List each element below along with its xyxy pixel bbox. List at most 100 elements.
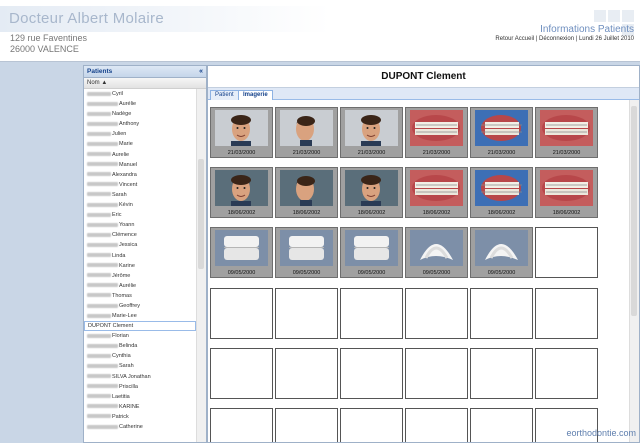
patient-photo bbox=[280, 110, 333, 146]
redacted-surname bbox=[87, 343, 118, 348]
patient-row[interactable]: Jérôme bbox=[84, 271, 196, 281]
tab-bar: Patient Imagerie bbox=[208, 88, 639, 101]
image-thumbnail[interactable]: 21/03/2000 bbox=[535, 107, 598, 158]
patient-row[interactable]: Belinda bbox=[84, 341, 196, 351]
image-thumbnail[interactable]: 21/03/2000 bbox=[470, 107, 533, 158]
image-thumbnail[interactable]: 18/06/2002 bbox=[405, 167, 468, 218]
header-links: Retour Accueil | Déconnexion | Lundi 26 … bbox=[495, 36, 634, 42]
patient-row[interactable]: Geoffrey bbox=[84, 301, 196, 311]
image-date: 09/05/2000 bbox=[357, 270, 386, 276]
image-thumbnail[interactable]: 21/03/2000 bbox=[210, 107, 273, 158]
patient-row[interactable]: Patrick bbox=[84, 412, 196, 422]
patient-first-name: Florian bbox=[112, 333, 129, 340]
tab-patient[interactable]: Patient bbox=[210, 90, 239, 100]
redacted-surname bbox=[87, 202, 118, 207]
patient-row[interactable]: DUPONT Clement bbox=[84, 321, 196, 332]
imaging-grid-scrollbar[interactable] bbox=[629, 100, 639, 442]
image-date: 18/06/2002 bbox=[422, 210, 451, 216]
image-date: 09/05/2000 bbox=[227, 270, 256, 276]
empty-image-slot bbox=[210, 288, 273, 339]
empty-image-slot bbox=[535, 288, 598, 339]
scrollbar-thumb[interactable] bbox=[631, 106, 637, 316]
redacted-surname bbox=[87, 91, 111, 96]
patient-row[interactable]: Laetitia bbox=[84, 392, 196, 402]
patient-row[interactable]: Karine bbox=[84, 261, 196, 271]
image-date: 21/03/2000 bbox=[487, 150, 516, 156]
patient-row[interactable]: Kévin bbox=[84, 200, 196, 210]
patient-row[interactable]: Marie-Lee bbox=[84, 311, 196, 321]
home-link[interactable]: Retour Accueil bbox=[495, 36, 534, 42]
redacted-surname bbox=[87, 333, 111, 338]
patient-list-scrollbar[interactable] bbox=[196, 89, 206, 442]
empty-image-slot bbox=[405, 288, 468, 339]
patient-row[interactable]: Jessica bbox=[84, 240, 196, 250]
column-header-name[interactable]: Nom ▲ bbox=[84, 78, 206, 89]
image-thumbnail[interactable]: 18/06/2002 bbox=[340, 167, 403, 218]
image-thumbnail[interactable]: 18/06/2002 bbox=[275, 167, 338, 218]
patient-row[interactable]: Cyril bbox=[84, 89, 196, 99]
redacted-surname bbox=[87, 162, 118, 167]
image-thumbnail[interactable]: 09/05/2000 bbox=[470, 227, 533, 278]
patient-first-name: Jessica bbox=[119, 242, 138, 249]
patient-row[interactable]: Priscilla bbox=[84, 382, 196, 392]
image-thumbnail[interactable]: 09/05/2000 bbox=[405, 227, 468, 278]
redacted-surname bbox=[87, 293, 111, 298]
patient-photo bbox=[215, 170, 268, 206]
redacted-surname bbox=[87, 172, 111, 177]
patient-row[interactable]: Aurélie bbox=[84, 99, 196, 109]
collapse-icon[interactable]: « bbox=[199, 66, 203, 77]
patient-row[interactable]: Alexandra bbox=[84, 170, 196, 180]
watermark: eorthodontie.com bbox=[566, 428, 636, 438]
image-thumbnail[interactable]: 09/05/2000 bbox=[275, 227, 338, 278]
scrollbar-thumb[interactable] bbox=[198, 159, 204, 269]
redacted-surname bbox=[87, 131, 111, 136]
image-thumbnail[interactable]: 18/06/2002 bbox=[535, 167, 598, 218]
patient-first-name: Marie bbox=[119, 141, 133, 148]
patient-row[interactable]: Marie bbox=[84, 139, 196, 149]
image-thumbnail[interactable]: 09/05/2000 bbox=[210, 227, 273, 278]
image-thumbnail[interactable]: 09/05/2000 bbox=[340, 227, 403, 278]
patient-first-name: Linda bbox=[112, 252, 126, 259]
patient-photo bbox=[280, 170, 333, 206]
patient-row[interactable]: SILVA Jonathan bbox=[84, 372, 196, 382]
patient-row[interactable]: Aurélie bbox=[84, 281, 196, 291]
patient-row[interactable]: KARINE bbox=[84, 402, 196, 412]
intraoral-photo bbox=[475, 170, 528, 206]
image-date: 21/03/2000 bbox=[292, 150, 321, 156]
redacted-surname bbox=[87, 152, 111, 157]
redacted-surname bbox=[87, 363, 118, 368]
patient-row[interactable]: Sarah bbox=[84, 361, 196, 371]
patient-row[interactable]: Nadège bbox=[84, 109, 196, 119]
image-date: 18/06/2002 bbox=[357, 210, 386, 216]
redacted-surname bbox=[87, 313, 111, 318]
patient-row[interactable]: Anthony bbox=[84, 119, 196, 129]
logout-link[interactable]: Déconnexion bbox=[539, 36, 574, 42]
empty-image-slot bbox=[275, 348, 338, 399]
patient-row[interactable]: Julien bbox=[84, 129, 196, 139]
patient-row[interactable]: Linda bbox=[84, 251, 196, 261]
address-line-1: 129 rue Faventines bbox=[10, 33, 88, 43]
image-thumbnail[interactable]: 18/06/2002 bbox=[210, 167, 273, 218]
empty-image-slot bbox=[535, 348, 598, 399]
patient-row[interactable]: Florian bbox=[84, 331, 196, 341]
image-thumbnail[interactable]: 21/03/2000 bbox=[275, 107, 338, 158]
patient-row[interactable]: Manuel bbox=[84, 160, 196, 170]
patient-row[interactable]: Yoann bbox=[84, 220, 196, 230]
patients-panel-title: Patients bbox=[87, 68, 113, 75]
patient-row[interactable]: Cynthia bbox=[84, 351, 196, 361]
imaging-grid: 21/03/2000 21/03/2000 21/03/2000 21/03/2000… bbox=[208, 100, 629, 442]
patient-row[interactable]: Catherine bbox=[84, 422, 196, 432]
image-thumbnail[interactable]: 18/06/2002 bbox=[470, 167, 533, 218]
patient-row[interactable]: Aurelie bbox=[84, 150, 196, 160]
patient-first-name: Karine bbox=[119, 262, 135, 269]
patient-first-name: Alexandra bbox=[112, 171, 137, 178]
empty-image-slot bbox=[405, 408, 468, 442]
image-thumbnail[interactable]: 21/03/2000 bbox=[340, 107, 403, 158]
section-title: Informations Patients bbox=[540, 24, 634, 35]
patient-row[interactable]: Eric bbox=[84, 210, 196, 220]
image-thumbnail[interactable]: 21/03/2000 bbox=[405, 107, 468, 158]
patient-row[interactable]: Thomas bbox=[84, 291, 196, 301]
patient-row[interactable]: Vincent bbox=[84, 180, 196, 190]
patient-row[interactable]: Clémence bbox=[84, 230, 196, 240]
patient-row[interactable]: Sarah bbox=[84, 190, 196, 200]
